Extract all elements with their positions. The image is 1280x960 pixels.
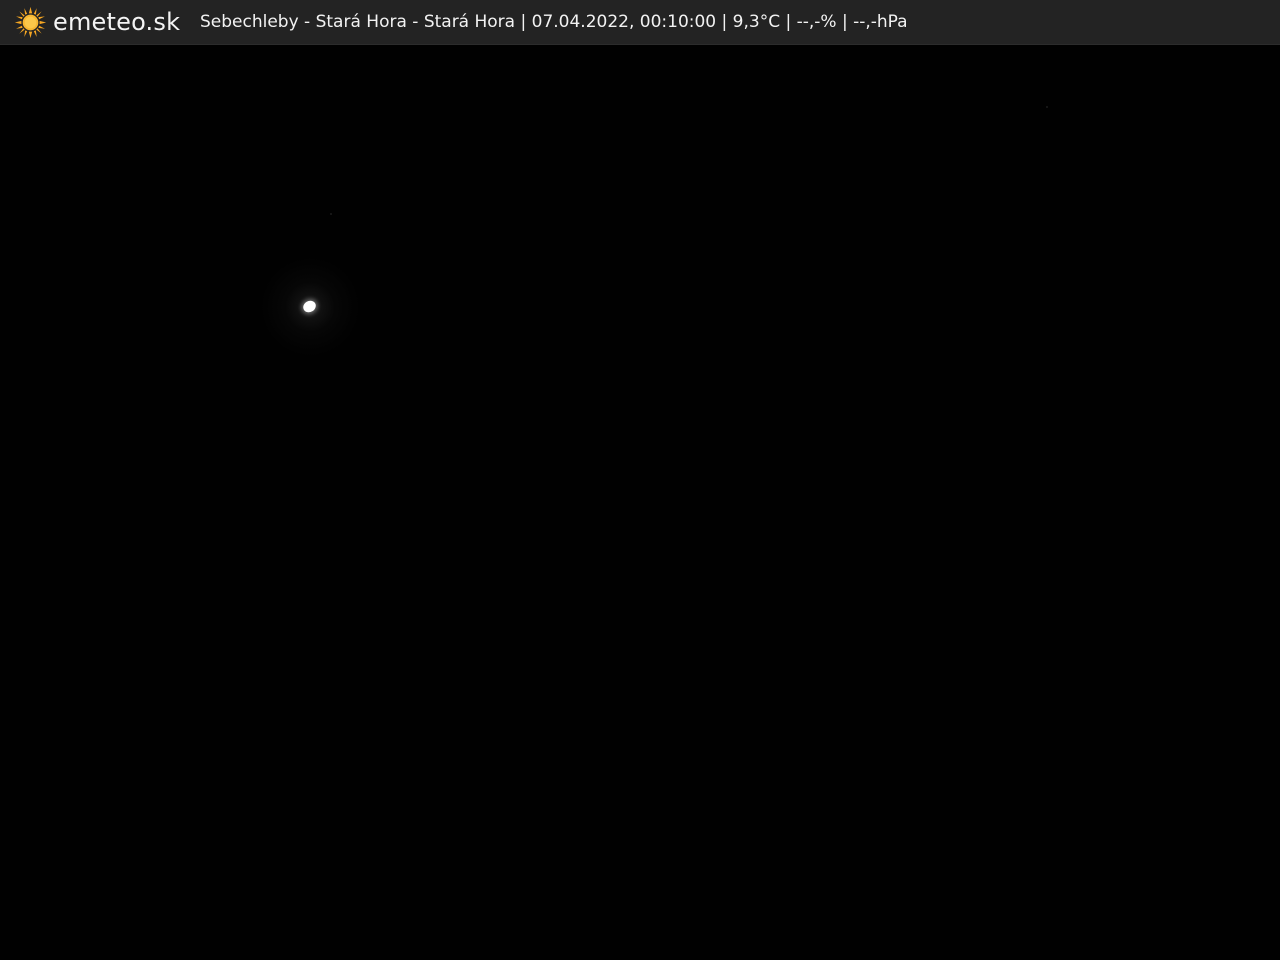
sun-icon [14,6,47,38]
faint-star [1046,106,1048,108]
brand-name: emeteo.sk [53,8,181,36]
webcam-caption: Sebechleby - Stará Hora - Stará Hora | 0… [200,12,908,32]
webcam-frame: emeteo.sk Sebechleby - Stará Hora - Star… [0,0,1280,960]
emeteo-logo[interactable]: emeteo.sk [14,6,180,38]
faint-star [330,213,332,215]
webcam-header-bar: emeteo.sk Sebechleby - Stará Hora - Star… [0,0,1280,45]
webcam-image [0,45,1280,960]
